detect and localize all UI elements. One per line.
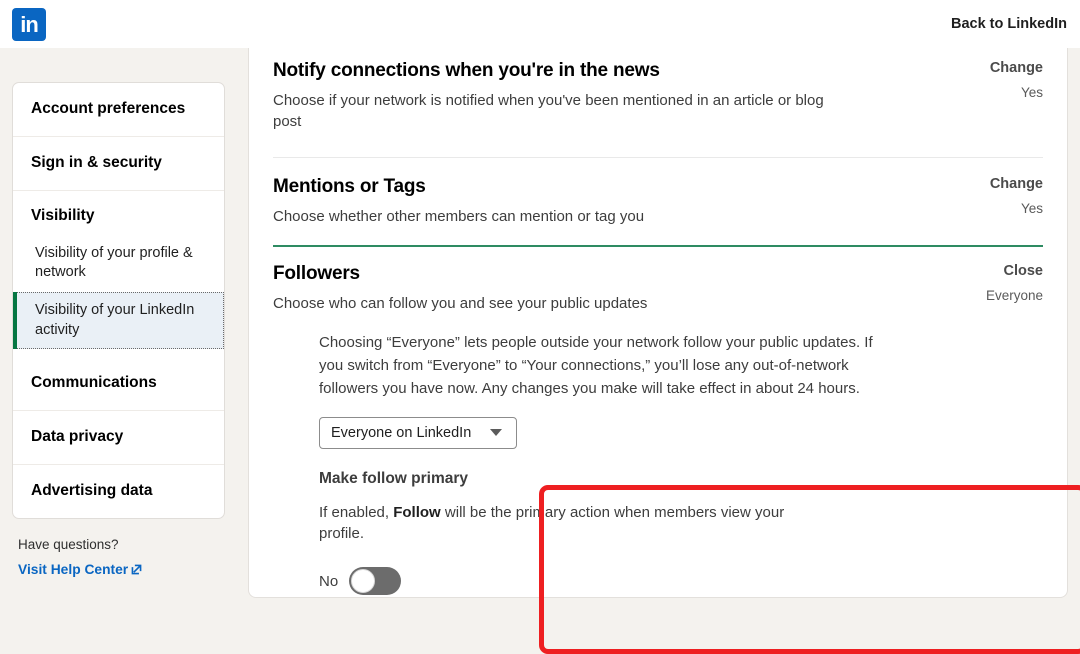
sidebar-help-block: Have questions? Visit Help Center [12,537,225,579]
sidebar-item-visibility-linkedin-activity[interactable]: Visibility of your LinkedIn activity [13,291,224,350]
sidebar-item-label: Visibility of your LinkedIn activity [35,301,195,338]
visit-help-center-link[interactable]: Visit Help Center [18,562,143,577]
followers-explanation-text: Choosing “Everyone” lets people outside … [319,334,873,397]
toggle-knob [351,569,376,594]
fp-desc-before: If enabled, [319,503,394,521]
followers-audience-select[interactable]: Everyone on LinkedIn [319,416,517,449]
top-header-bar: in Back to LinkedIn [0,0,1080,48]
section-description: Choose who can follow you and see your p… [273,294,648,312]
section-action-column: Close Everyone [953,263,1043,303]
external-link-icon [130,563,143,576]
select-current-value: Everyone on LinkedIn [331,424,472,441]
help-link-label: Visit Help Center [18,561,129,577]
sidebar-group-visibility: Visibility Visibility of your profile & … [13,189,224,357]
sidebar-item-label: Account preferences [31,100,186,117]
section-title: Mentions or Tags [273,175,426,197]
followers-expanded-panel: Choosing “Everyone” lets people outside … [249,314,1067,449]
make-follow-primary-block: Make follow primary If enabled, Follow w… [249,449,1067,596]
setting-section-followers: Followers Choose who can follow you and … [249,247,1067,314]
help-question-text: Have questions? [18,536,119,552]
close-button[interactable]: Close [965,263,1044,279]
section-action-column: Change Yes [953,60,1043,100]
section-title: Followers [273,262,360,284]
sidebar-item-label: Sign in & security [31,153,162,171]
section-action-column: Change Yes [953,176,1043,216]
toggle-state-label: No [319,572,339,590]
make-follow-primary-toggle[interactable] [349,567,402,596]
settings-main-card: Notify connections when you're in the ne… [248,48,1080,654]
section-current-value: Yes [1020,200,1043,216]
change-button[interactable]: Change [965,60,1043,76]
sidebar-item-sign-in-security[interactable]: Sign in & security [13,135,224,190]
make-follow-primary-description: If enabled, Follow will be the primary a… [319,502,819,546]
sidebar-card: Account preferences Sign in & security V… [12,82,225,519]
section-title: Notify connections when you're in the ne… [273,60,660,81]
settings-sidebar: Account preferences Sign in & security V… [12,82,225,579]
sidebar-item-label: Visibility of your profile & network [35,244,193,281]
sidebar-item-advertising-data[interactable]: Advertising data [13,463,224,518]
section-current-value: Yes [1020,85,1043,100]
fp-desc-bold: Follow [393,503,441,521]
sidebar-item-visibility-profile-network[interactable]: Visibility of your profile & network [13,235,224,292]
setting-section-mentions-tags: Mentions or Tags Choose whether other me… [249,158,1067,227]
back-to-linkedin-link[interactable]: Back to LinkedIn [951,16,1067,32]
setting-section-news-notify: Notify connections when you're in the ne… [249,48,1067,133]
sidebar-item-label: Advertising data [31,481,153,499]
sidebar-item-data-privacy[interactable]: Data privacy [13,410,224,464]
chevron-down-icon [490,429,502,437]
sidebar-item-account-preferences[interactable]: Account preferences [13,83,224,136]
sidebar-item-communications[interactable]: Communications [13,357,224,410]
make-follow-primary-title: Make follow primary [319,469,469,487]
section-current-value: Everyone [985,287,1043,303]
sidebar-group-label: Visibility [31,206,95,224]
linkedin-logo-icon[interactable]: in [12,8,46,41]
sidebar-group-heading-visibility[interactable]: Visibility [13,191,224,235]
sidebar-item-label: Data privacy [31,428,124,446]
change-button[interactable]: Change [965,176,1043,192]
make-follow-primary-toggle-row: No [319,567,1043,596]
sidebar-item-label: Communications [31,374,157,392]
section-description: Choose whether other members can mention… [273,207,645,225]
section-description: Choose if your network is notified when … [273,92,824,131]
